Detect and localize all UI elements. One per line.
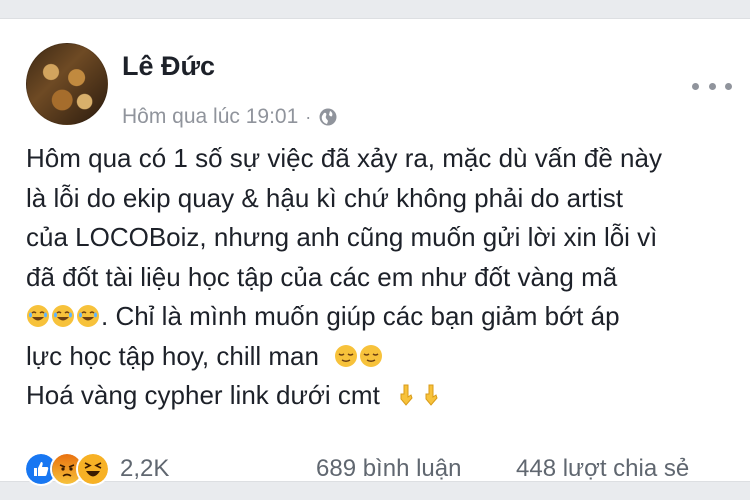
post-line: Hôm qua có 1 số sự việc đã xảy ra, mặc d… bbox=[26, 143, 662, 173]
post-line-6: lực học tập hoy, chill man bbox=[26, 337, 726, 377]
post-line: của LOCOBoiz, nhưng anh cũng muốn gửi lờ… bbox=[26, 222, 658, 252]
more-dot bbox=[725, 82, 732, 90]
pointing-down-emoji bbox=[425, 384, 438, 406]
post-card: Lê Đức Hôm qua lúc 19:01 · Hôm qua có 1 … bbox=[0, 18, 750, 486]
post-line-5: . Chỉ là mình muốn giúp các bạn giảm bớt… bbox=[26, 297, 726, 337]
post-body: Hôm qua có 1 số sự việc đã xảy ra, mặc d… bbox=[26, 139, 726, 416]
joy-emoji bbox=[27, 305, 49, 327]
post-line-6-text: lực học tập hoy, chill man bbox=[26, 340, 319, 371]
haha-reaction-icon bbox=[76, 452, 110, 486]
post-line: là lỗi do ekip quay & hậu kì chứ không p… bbox=[26, 182, 623, 213]
author-name[interactable]: Lê Đức bbox=[122, 51, 215, 82]
joy-emoji bbox=[52, 305, 74, 327]
post-meta: Hôm qua lúc 19:01 · bbox=[122, 105, 338, 129]
more-options-button[interactable] bbox=[692, 71, 732, 101]
more-dot bbox=[692, 82, 699, 90]
post-line-5-text: . Chỉ là mình muốn giúp các bạn giảm bớt… bbox=[101, 301, 620, 331]
comments-count-link[interactable]: 689 bình luận bbox=[316, 455, 461, 483]
reaction-count[interactable]: 2,2K bbox=[120, 455, 169, 483]
reactions-summary[interactable]: 2,2K bbox=[24, 452, 169, 486]
post-footer: 2,2K 689 bình luận 448 lượt chia sẻ bbox=[0, 452, 750, 486]
post-line: đã đốt tài liệu học tập của các em như đ… bbox=[26, 261, 618, 292]
author-avatar[interactable] bbox=[26, 43, 108, 125]
relieved-emoji bbox=[335, 344, 358, 367]
relieved-emoji bbox=[360, 344, 383, 367]
pointing-down-emoji bbox=[400, 384, 413, 406]
post-line-7: Hoá vàng cypher link dưới cmt bbox=[26, 376, 726, 416]
more-dot bbox=[708, 82, 716, 90]
shares-count-link[interactable]: 448 lượt chia sẻ bbox=[516, 455, 689, 483]
post-line-7-text: Hoá vàng cypher link dưới cmt bbox=[26, 380, 380, 410]
globe-icon[interactable] bbox=[318, 107, 338, 127]
joy-emoji bbox=[77, 305, 99, 327]
post-timestamp[interactable]: Hôm qua lúc 19:01 bbox=[122, 105, 298, 129]
meta-separator: · bbox=[305, 106, 312, 127]
